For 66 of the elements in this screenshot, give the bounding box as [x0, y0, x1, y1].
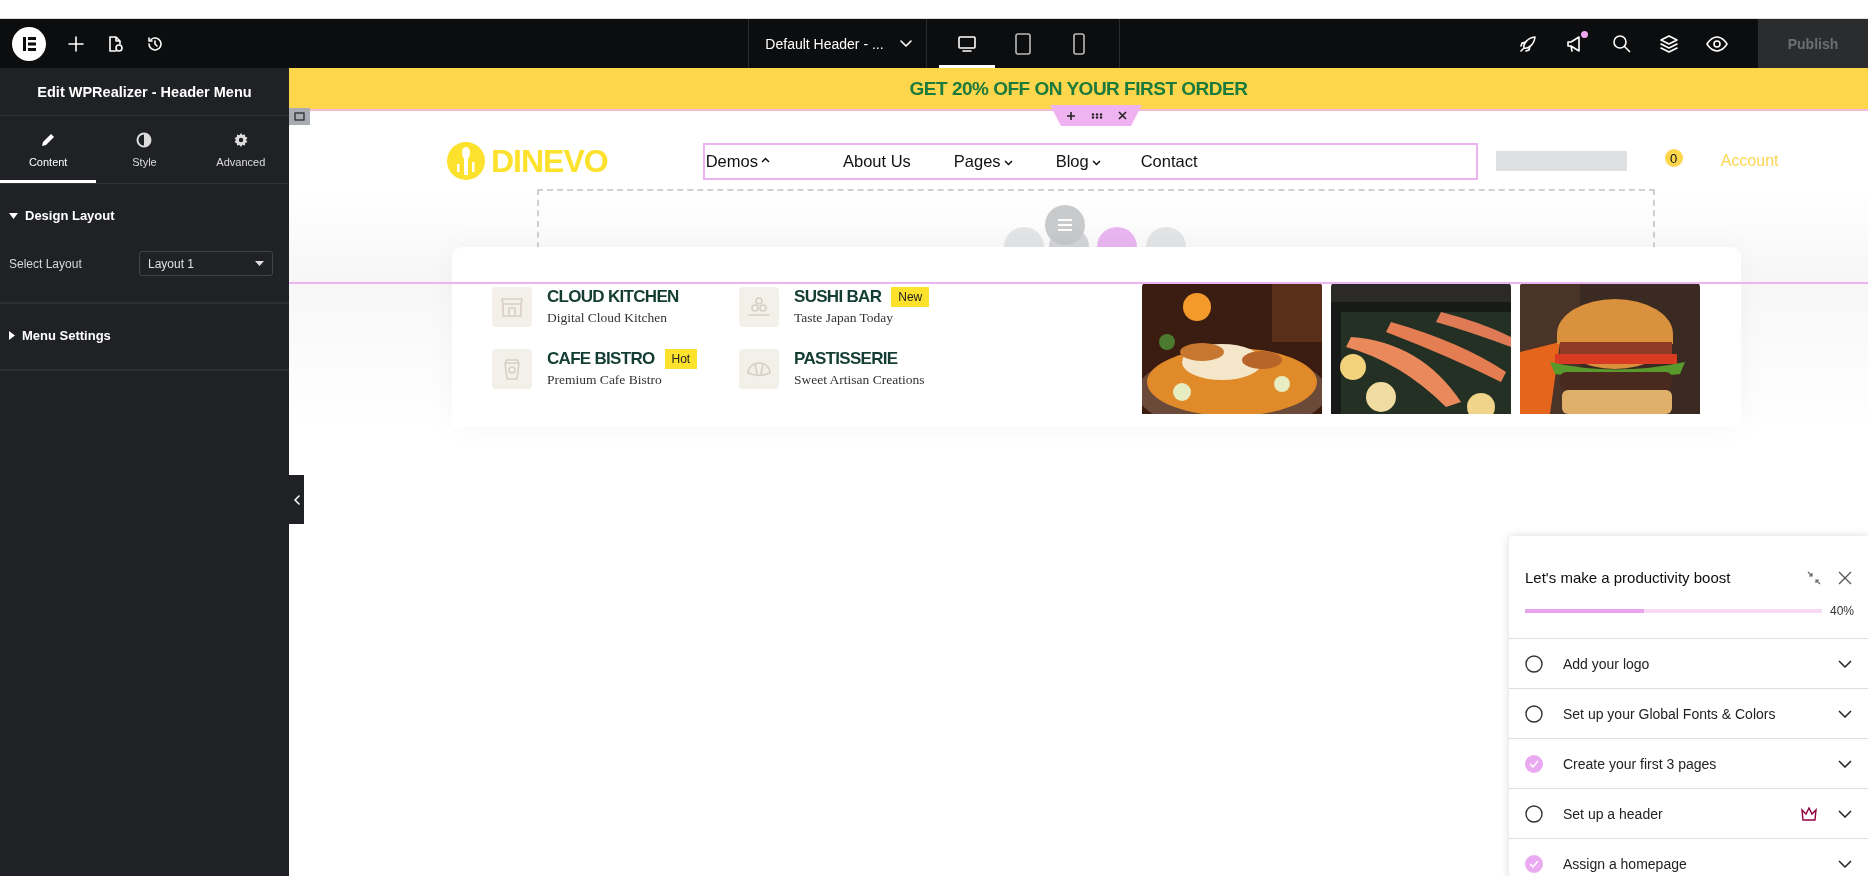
- search-field[interactable]: [1495, 151, 1627, 171]
- plus-icon[interactable]: [1065, 110, 1076, 121]
- menu-item-title[interactable]: CAFE BISTRO: [547, 349, 655, 369]
- chevron-down-icon: [1838, 809, 1852, 818]
- menu-item-subtitle: Sweet Artisan Creations: [794, 372, 925, 388]
- menu-item-title[interactable]: CLOUD KITCHEN: [547, 287, 679, 307]
- chevron-down-icon: [1838, 709, 1852, 718]
- drag-handle-icon[interactable]: [1090, 112, 1103, 119]
- section-header[interactable]: Design Layout: [9, 208, 115, 223]
- history-icon[interactable]: [146, 34, 164, 53]
- layout-select[interactable]: Layout 1: [139, 251, 273, 276]
- layers-icon[interactable]: [1659, 33, 1679, 54]
- section-header[interactable]: Menu Settings: [9, 328, 111, 343]
- eye-icon[interactable]: [1706, 33, 1728, 54]
- sushi-icon: [739, 287, 779, 327]
- cart-count: 0: [1664, 149, 1683, 167]
- shop-icon: [492, 287, 532, 327]
- elementor-logo[interactable]: [12, 26, 46, 61]
- field-label: Select Layout: [9, 256, 82, 271]
- badge: New: [891, 287, 930, 307]
- caret-down-icon: [9, 212, 18, 219]
- caret-right-icon: [9, 331, 15, 340]
- close-icon[interactable]: [1117, 111, 1127, 120]
- close-icon[interactable]: [1838, 570, 1852, 585]
- checklist-step[interactable]: Add your logo: [1509, 639, 1868, 689]
- menu-item-title[interactable]: PASTISSERIE: [794, 349, 898, 369]
- chevron-down-icon: [1838, 759, 1852, 768]
- checklist-step[interactable]: Assign a homepage: [1509, 839, 1868, 876]
- panel-tab[interactable]: Style: [96, 116, 193, 183]
- progress-percent: 40%: [1829, 604, 1854, 618]
- checklist-step[interactable]: Create your first 3 pages: [1509, 739, 1868, 789]
- rocket-icon[interactable]: [1518, 33, 1538, 54]
- checklist-step[interactable]: Set up your Global Fonts & Colors: [1509, 689, 1868, 739]
- search-icon[interactable]: [1612, 33, 1632, 54]
- panel-tab[interactable]: Content: [0, 116, 97, 183]
- chevron-left-icon: [293, 494, 300, 505]
- nav-link[interactable]: Blog: [1055, 151, 1101, 171]
- checklist-step[interactable]: Set up a header: [1509, 789, 1868, 839]
- panel-tab[interactable]: Advanced: [192, 116, 289, 183]
- nav-link[interactable]: Contact: [1140, 151, 1198, 171]
- minimize-icon[interactable]: [1806, 569, 1822, 586]
- caret-down-icon: [255, 261, 264, 266]
- gear-icon: [232, 132, 249, 148]
- nav-link[interactable]: About Us: [842, 151, 911, 171]
- badge: Hot: [664, 349, 698, 369]
- chevron-down-icon: [1838, 659, 1852, 668]
- menu-item-subtitle: Premium Cafe Bistro: [547, 372, 663, 388]
- square-icon: [294, 112, 305, 121]
- croissant-icon: [739, 349, 779, 389]
- coffee-cup-icon: [492, 349, 532, 389]
- megaphone-icon[interactable]: [1565, 33, 1585, 54]
- menu-item-subtitle: Taste Japan Today: [794, 310, 895, 326]
- checklist-title: Let's make a productivity boost: [1525, 569, 1732, 586]
- contrast-icon: [136, 132, 153, 148]
- chevron-down-icon: [1838, 859, 1852, 868]
- widget-marker[interactable]: [289, 108, 310, 125]
- menu-item-subtitle: Digital Cloud Kitchen: [547, 310, 668, 326]
- promo-banner: GET 20% OFF ON YOUR FIRST ORDER: [289, 68, 1868, 111]
- chevron-down-icon: [899, 39, 912, 48]
- menu-item-title[interactable]: SUSHI BAR: [794, 287, 882, 307]
- fork-icon: [447, 142, 485, 180]
- page-settings-icon[interactable]: [106, 34, 124, 53]
- nav-link[interactable]: Pages: [953, 151, 1013, 171]
- pencil-icon: [40, 132, 57, 148]
- collapse-panel-button[interactable]: [289, 475, 304, 524]
- nav-link[interactable]: Demos: [705, 151, 770, 171]
